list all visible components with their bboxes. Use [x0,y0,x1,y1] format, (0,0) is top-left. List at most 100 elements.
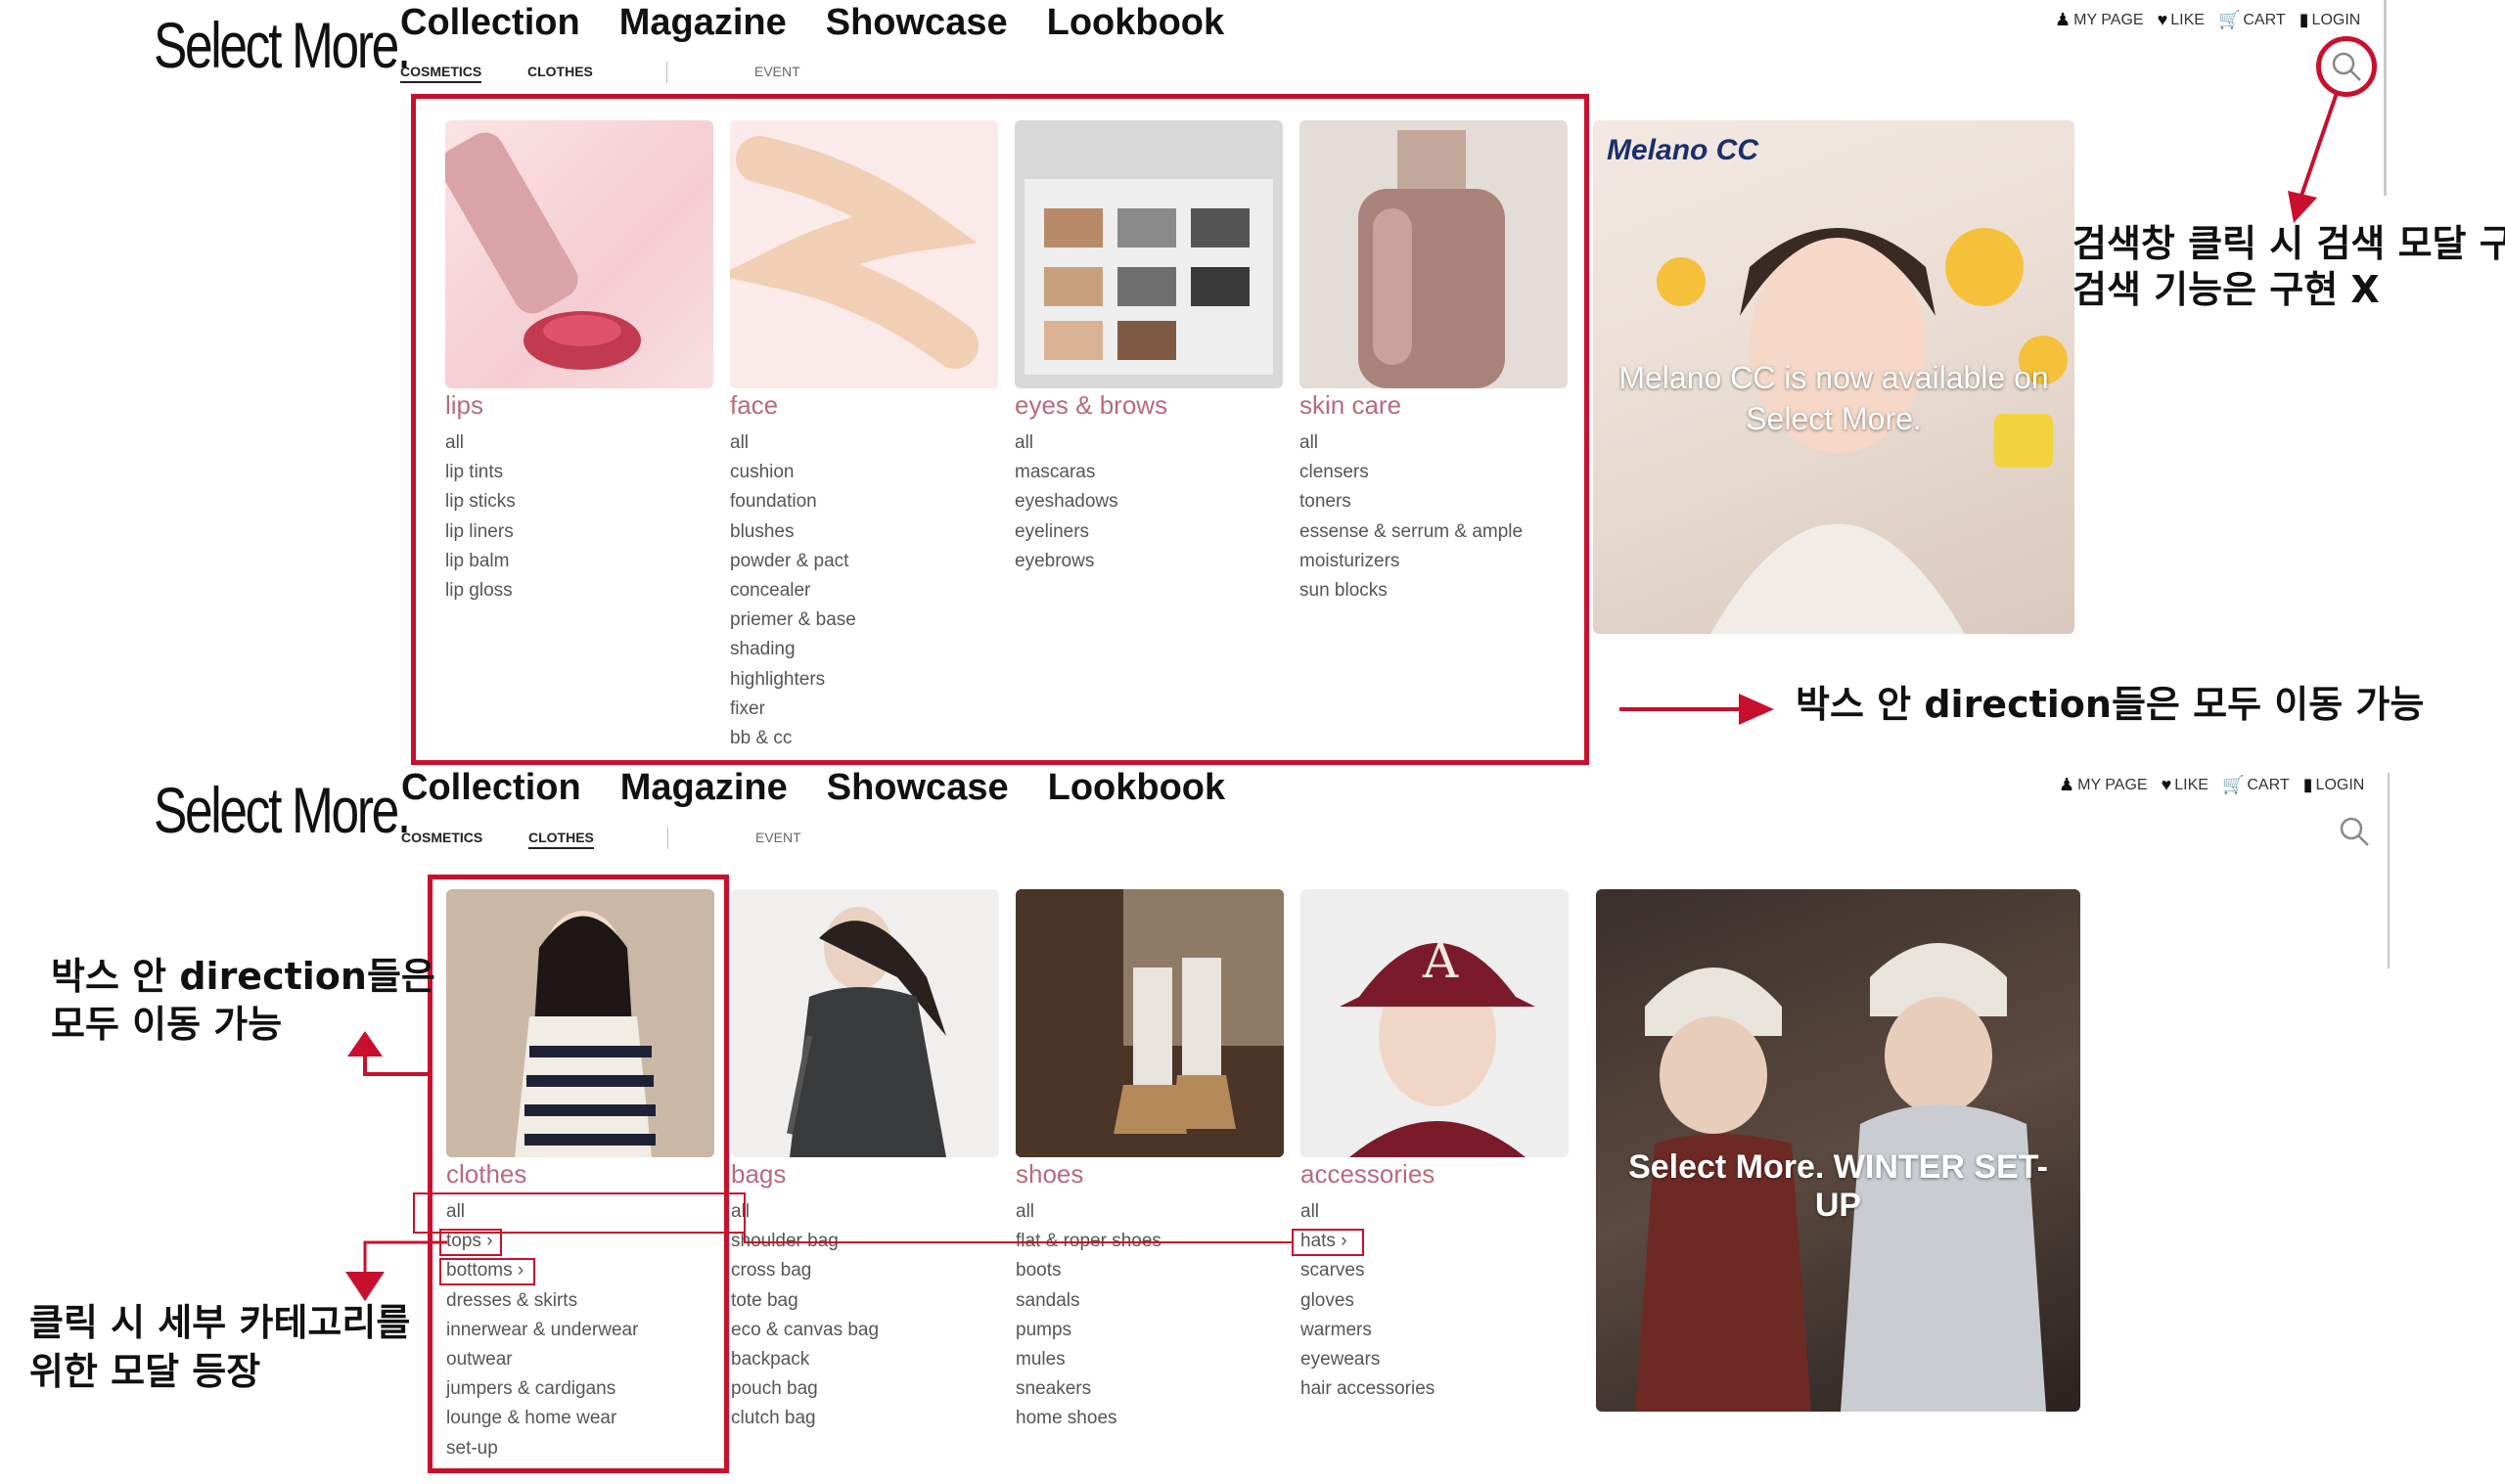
annotation-arrow-right [1619,694,1774,725]
bags-image[interactable] [731,889,999,1157]
list-item[interactable]: hair accessories [1300,1374,1569,1404]
cart-icon: 🛒 [2221,775,2245,794]
annotation-modal-line2: 위한 모달 등장 [29,1350,261,1393]
subnav-event[interactable]: EVENT [754,64,800,79]
nav-magazine[interactable]: Magazine [620,767,788,809]
subnav-cosmetics[interactable]: COSMETICS [401,830,482,845]
login-link[interactable]: ▮ LOGIN [2303,775,2365,795]
list-item[interactable]: boots [1016,1256,1284,1285]
cart-icon: 🛒 [2217,10,2241,29]
utility-nav: ♟ MY PAGE ♥ LIKE 🛒 CART ▮ LOGIN [2055,10,2360,30]
list-item[interactable]: all [1016,1197,1284,1227]
list-item[interactable]: sandals [1016,1286,1284,1316]
login-link[interactable]: ▮ LOGIN [2300,10,2361,30]
nav-showcase[interactable]: Showcase [826,2,1008,44]
promo-banner-melano[interactable]: Melano CC Melano CC is now available on … [1593,120,2074,634]
category-title[interactable]: accessories [1300,1159,1569,1190]
annotation-connector-line [744,1241,1292,1243]
list-item[interactable]: gloves [1300,1286,1569,1316]
nav-lookbook[interactable]: Lookbook [1047,2,1225,44]
annotation-left-line1: 박스 안 direction들은 [51,955,435,998]
like-label: LIKE [2174,776,2209,793]
scrollbar[interactable] [2384,0,2387,196]
annotation-connector-line-v [744,1192,746,1243]
list-item[interactable]: all [731,1197,999,1227]
shoes-image[interactable] [1016,889,1284,1157]
cart-label: CART [2243,11,2286,28]
list-item[interactable]: mules [1016,1345,1284,1374]
annotation-search-line2: 검색 기능은 구현 X [2072,268,2380,311]
search-icon[interactable] [2337,814,2372,849]
list-item[interactable]: eco & canvas bag [731,1316,999,1345]
annotation-box-direction: 박스 안 direction들은 모두 이동 가능 [1796,683,2425,726]
heart-icon: ♥ [2161,775,2172,794]
cart-label: CART [2247,776,2290,793]
annotation-highlight-bottoms [439,1258,535,1285]
list-item[interactable]: scarves [1300,1256,1569,1285]
subnav-clothes[interactable]: CLOTHES [527,64,593,79]
nav-showcase[interactable]: Showcase [827,767,1009,809]
logo[interactable]: Select More. [154,773,411,847]
cart-link[interactable]: 🛒 CART [2222,775,2290,795]
banner-headline: Select More. WINTER SET-UP [1628,1148,2048,1224]
banner-headline: Melano CC is now available on Select Mor… [1618,360,2049,436]
user-icon: ♟ [2059,775,2075,794]
annotation-search-line1: 검색창 클릭 시 검색 모달 구현 [2072,222,2505,265]
nav-collection[interactable]: Collection [401,767,581,809]
list-item[interactable]: warmers [1300,1316,1569,1345]
login-icon: ▮ [2299,10,2309,29]
like-label: LIKE [2170,11,2205,28]
list-item[interactable]: sneakers [1016,1374,1284,1404]
login-label: LOGIN [2311,11,2361,28]
svg-text:A: A [1422,932,1459,989]
main-nav: Collection Magazine Showcase Lookbook [401,767,1225,809]
list-item[interactable]: home shoes [1016,1404,1284,1433]
banner-brand: Melano CC [1607,134,1759,166]
subnav-event[interactable]: EVENT [755,830,801,845]
nav-lookbook[interactable]: Lookbook [1048,767,1226,809]
list-item[interactable]: clutch bag [731,1404,999,1433]
scrollbar[interactable] [2388,773,2390,968]
annotation-highlight-hats [1292,1229,1364,1256]
annotation-arrow-down [345,1240,447,1301]
category-column-shoes: shoes all flat & roper shoes boots sanda… [1016,889,1284,1434]
my-page-label: MY PAGE [2073,11,2144,28]
user-icon: ♟ [2055,10,2072,29]
annotation-arrow-search [2288,92,2339,223]
category-column-accessories: A accessories all hats › scarves gloves … [1300,889,1569,1404]
category-title[interactable]: shoes [1016,1159,1284,1190]
my-page-label: MY PAGE [2077,776,2148,793]
annotation-box-cosmetics [411,94,1589,765]
list-item[interactable]: pouch bag [731,1374,999,1404]
my-page-link[interactable]: ♟ MY PAGE [2055,10,2144,30]
cart-link[interactable]: 🛒 CART [2218,10,2286,30]
subnav-clothes[interactable]: CLOTHES [528,830,594,849]
nav-collection[interactable]: Collection [400,2,580,44]
list-item[interactable]: all [1300,1197,1569,1227]
nav-magazine[interactable]: Magazine [619,2,787,44]
subnav-cosmetics[interactable]: COSMETICS [400,64,482,83]
annotation-modal-line1: 클릭 시 세부 카테고리를 [29,1301,411,1344]
like-link[interactable]: ♥ LIKE [2162,775,2209,795]
annotation-arrow-up [347,1031,431,1076]
accessories-image[interactable]: A [1300,889,1569,1157]
list-item[interactable]: cross bag [731,1256,999,1285]
category-title[interactable]: bags [731,1159,999,1190]
main-nav: Collection Magazine Showcase Lookbook [400,2,1224,44]
utility-nav: ♟ MY PAGE ♥ LIKE 🛒 CART ▮ LOGIN [2059,775,2364,795]
list-item[interactable]: pumps [1016,1316,1284,1345]
subnav-divider [667,828,668,849]
annotation-highlight-tops [439,1229,502,1256]
category-column-bags: bags all shoulder bag cross bag tote bag… [731,889,999,1434]
annotation-highlight-all [413,1192,746,1234]
list-item[interactable]: backpack [731,1345,999,1374]
list-item[interactable]: eyewears [1300,1345,1569,1374]
logo[interactable]: Select More. [154,8,411,82]
my-page-link[interactable]: ♟ MY PAGE [2059,775,2148,795]
list-item[interactable]: tote bag [731,1286,999,1316]
promo-banner-winter[interactable]: Select More. WINTER SET-UP [1596,889,2080,1412]
like-link[interactable]: ♥ LIKE [2158,10,2205,30]
annotation-box-clothes [428,875,729,1473]
login-label: LOGIN [2315,776,2365,793]
heart-icon: ♥ [2157,10,2168,29]
